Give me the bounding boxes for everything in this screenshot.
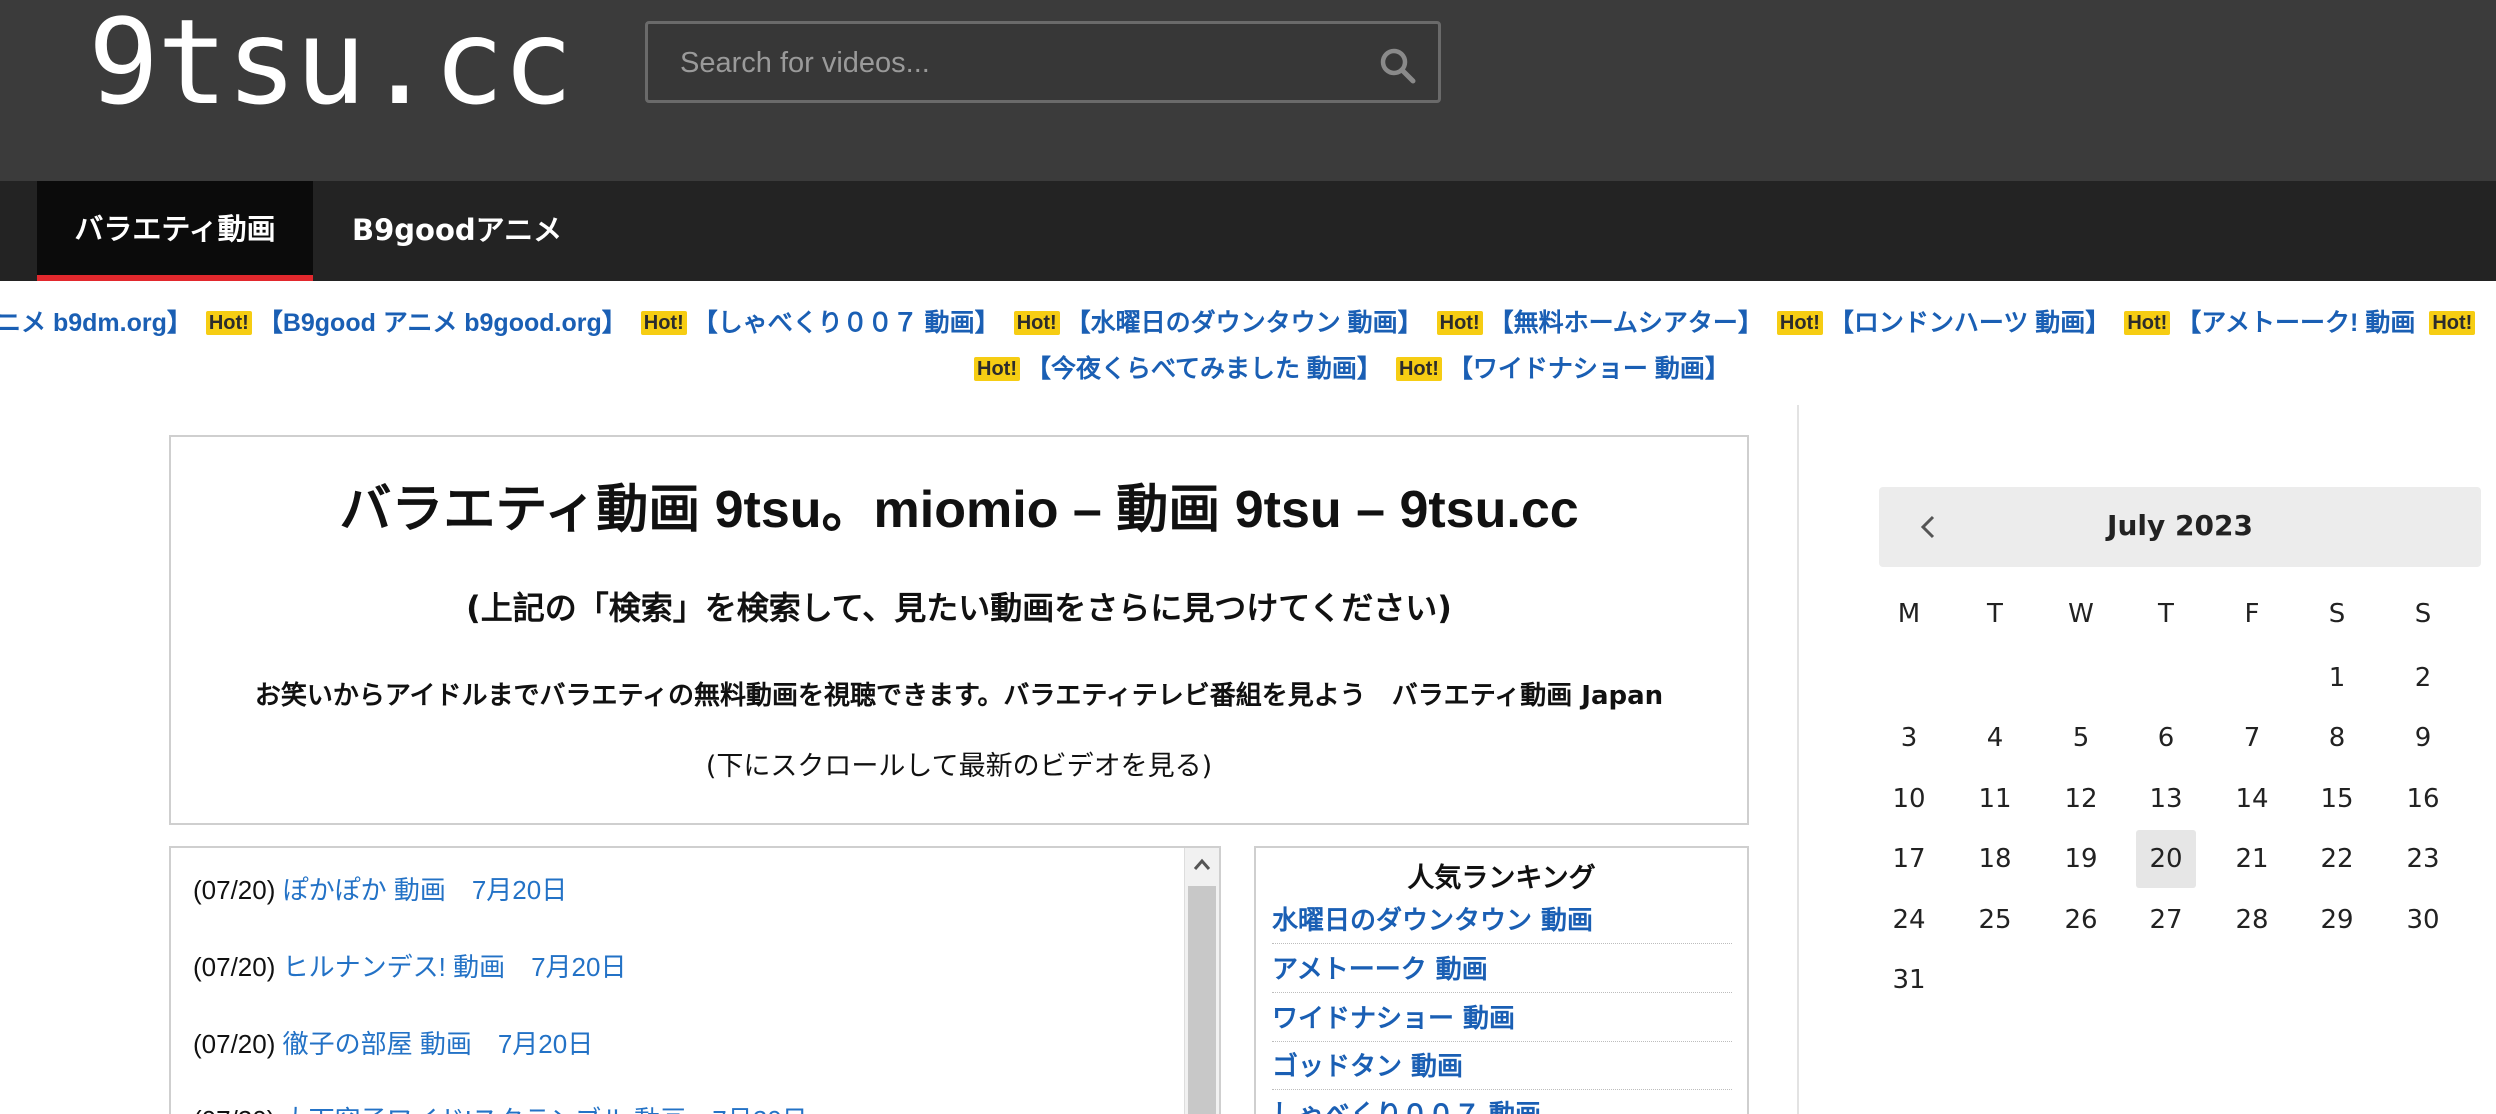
calendar-day[interactable]: 27	[2136, 891, 2196, 949]
calendar-day[interactable]: 29	[2307, 891, 2367, 949]
calendar-header: July 2023	[1879, 487, 2481, 567]
ticker-link[interactable]: 【しゃべくり００７ 動画】	[693, 309, 1000, 337]
hot-badge: Hot!	[1436, 311, 1483, 335]
ticker-link[interactable]: 【B9good アニメ b9good.org】	[258, 309, 627, 337]
item-link[interactable]: ヒルナンデス! 動画 7月20日	[283, 952, 627, 982]
intro-description: お笑いからアイドルまでバラエティの無料動画を視聴できます。バラエティテレビ番組を…	[254, 681, 1664, 711]
calendar-day[interactable]: 10	[1879, 770, 1939, 828]
ranking-item[interactable]: アメトーーク 動画	[1272, 949, 1732, 993]
ticker-row-1: ニメ b9dm.org】 Hot! 【B9good アニメ b9good.org】 H…	[0, 303, 2496, 339]
weekday-label: W	[2068, 599, 2094, 629]
site-logo[interactable]: 9tsu.cc	[88, 0, 573, 128]
main-nav: バラエティ動画 B9goodアニメ	[0, 181, 2496, 281]
item-date: (07/20)	[193, 952, 276, 982]
tab-variety-videos[interactable]: バラエティ動画	[37, 181, 313, 281]
calendar-day[interactable]: 2	[2393, 649, 2453, 707]
ranking-title: 人気ランキング	[1407, 863, 1596, 894]
hot-badge: Hot!	[1013, 311, 1060, 335]
hot-badge: Hot!	[1776, 311, 1823, 335]
list-scrollbar[interactable]	[1184, 848, 1219, 1114]
calendar-day[interactable]: 12	[2051, 770, 2111, 828]
calendar-day[interactable]: 14	[2222, 770, 2282, 828]
hot-badge: Hot!	[205, 311, 252, 335]
weekday-label: S	[2414, 599, 2432, 629]
calendar-day[interactable]: 9	[2393, 709, 2453, 767]
calendar-day[interactable]: 23	[2393, 830, 2453, 888]
hot-badge: Hot!	[2429, 311, 2476, 335]
calendar-today[interactable]: 20	[2136, 830, 2196, 888]
scroll-thumb[interactable]	[1188, 886, 1216, 1114]
weekday-label: F	[2244, 599, 2260, 629]
hot-badge: Hot!	[640, 311, 687, 335]
weekday-label: M	[1897, 599, 1921, 629]
ticker-link[interactable]: 【アメトーーク! 動画	[2176, 309, 2415, 337]
item-link[interactable]: ぽかぽか 動画 7月20日	[283, 875, 568, 905]
tab-b9good-anime[interactable]: B9goodアニメ	[352, 181, 562, 281]
weekday-label: T	[2158, 599, 2174, 629]
search-input[interactable]	[678, 40, 1362, 86]
calendar-day[interactable]: 17	[1879, 830, 1939, 888]
calendar-day[interactable]: 15	[2307, 770, 2367, 828]
ticker-link[interactable]: 【無料ホームシアター】	[1489, 309, 1763, 337]
hot-links-ticker: ニメ b9dm.org】 Hot! 【B9good アニメ b9good.org】 H…	[0, 281, 2496, 391]
calendar-day[interactable]: 1	[2307, 649, 2367, 707]
calendar-day[interactable]: 8	[2307, 709, 2367, 767]
intro-box: バラエティ動画 9tsu。miomio – 動画 9tsu – 9tsu.cc …	[169, 435, 1749, 825]
ticker-link[interactable]: 【水曜日のダウンタウン 動画】	[1066, 309, 1423, 337]
calendar-day[interactable]: 22	[2307, 830, 2367, 888]
ticker-link[interactable]: 【	[2481, 309, 2496, 337]
item-link[interactable]: 大下容子ワイド!スクランブル 動画 7月20日	[283, 1105, 808, 1114]
calendar-day[interactable]: 6	[2136, 709, 2196, 767]
hot-badge: Hot!	[974, 357, 1020, 381]
latest-videos-list[interactable]: (07/20) ぽかぽか 動画 7月20日 (07/20) ヒルナンデス! 動画…	[169, 846, 1221, 1114]
ranking-item[interactable]: ゴッドタン 動画	[1272, 1046, 1732, 1090]
list-item: (07/20) 大下容子ワイド!スクランブル 動画 7月20日	[193, 1100, 808, 1114]
weekday-label: T	[1987, 599, 2003, 629]
calendar-day[interactable]: 25	[1965, 891, 2025, 949]
list-item: (07/20) ヒルナンデス! 動画 7月20日	[193, 947, 626, 984]
calendar-day[interactable]: 30	[2393, 891, 2453, 949]
calendar-day[interactable]: 19	[2051, 830, 2111, 888]
intro-subtitle: (上記の「検索」を検索して、見たい動画をさらに見つけてください)	[466, 589, 1452, 627]
calendar-day[interactable]: 7	[2222, 709, 2282, 767]
item-date: (07/20)	[193, 875, 276, 905]
calendar-day[interactable]: 4	[1965, 709, 2025, 767]
calendar-day[interactable]: 24	[1879, 891, 1939, 949]
chevron-up-icon[interactable]	[1185, 848, 1219, 882]
scroll-hint: (下にスクロールして最新のビデオを見る)	[705, 751, 1213, 782]
item-date: (07/20)	[193, 1105, 275, 1114]
ticker-row-2: Hot! 【今夜くらべてみました 動画】 Hot! 【ワイドナショー 動画】	[960, 349, 1730, 385]
ranking-item[interactable]: しゃべくり００７ 動画	[1272, 1094, 1732, 1114]
ranking-item[interactable]: ワイドナショー 動画	[1272, 998, 1732, 1042]
search-box[interactable]	[645, 21, 1441, 103]
ticker-link[interactable]: 【ワイドナショー 動画】	[1448, 355, 1730, 383]
item-link[interactable]: 徹子の部屋 動画 7月20日	[283, 1029, 594, 1059]
calendar-day[interactable]: 16	[2393, 770, 2453, 828]
ticker-link[interactable]: 【ロンドンハーツ 動画】	[1829, 309, 2110, 337]
hot-badge: Hot!	[2124, 311, 2171, 335]
calendar-day[interactable]: 13	[2136, 770, 2196, 828]
ranking-box: 人気ランキング 水曜日のダウンタウン 動画 アメトーーク 動画 ワイドナショー …	[1254, 846, 1749, 1114]
weekday-label: S	[2328, 599, 2346, 629]
search-icon[interactable]	[1378, 46, 1418, 86]
site-header: 9tsu.cc	[0, 0, 2496, 181]
hot-badge: Hot!	[1395, 357, 1442, 381]
calendar-day[interactable]: 21	[2222, 830, 2282, 888]
calendar-day[interactable]: 31	[1879, 951, 1939, 1009]
page-title: バラエティ動画 9tsu。miomio – 動画 9tsu – 9tsu.cc	[339, 481, 1579, 539]
calendar-day[interactable]: 5	[2051, 709, 2111, 767]
list-item: (07/20) ぽかぽか 動画 7月20日	[193, 870, 567, 907]
ticker-link[interactable]: ニメ b9dm.org】	[0, 309, 192, 337]
calendar-day[interactable]: 18	[1965, 830, 2025, 888]
item-date: (07/20)	[193, 1029, 276, 1059]
calendar-day[interactable]: 3	[1879, 709, 1939, 767]
ranking-item[interactable]: 水曜日のダウンタウン 動画	[1272, 900, 1732, 944]
calendar-day[interactable]: 28	[2222, 891, 2282, 949]
sidebar-divider	[1797, 405, 1799, 1114]
list-item: (07/20) 徹子の部屋 動画 7月20日	[193, 1024, 593, 1061]
calendar-day[interactable]: 26	[2051, 891, 2111, 949]
calendar-month-title: July 2023	[2107, 509, 2253, 542]
calendar-day[interactable]: 11	[1965, 770, 2025, 828]
ticker-link[interactable]: 【今夜くらべてみました 動画】	[1026, 355, 1382, 383]
